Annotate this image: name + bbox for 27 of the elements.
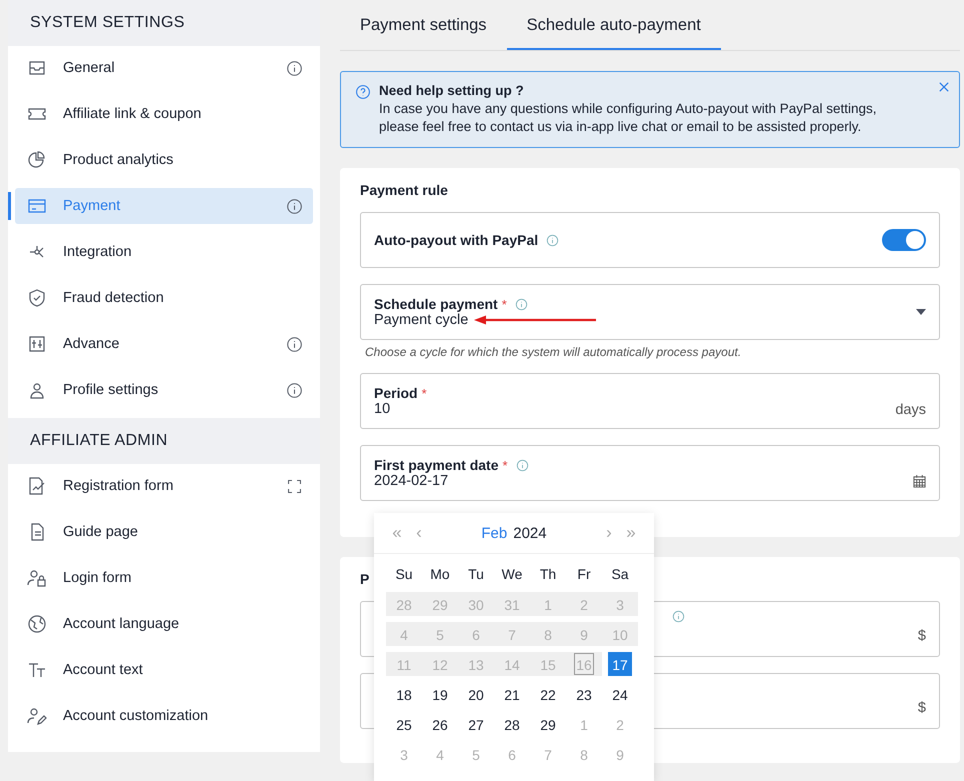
weekday-label: Mo [429,565,451,582]
field-label: Auto-payout with PayPal [374,232,538,248]
card-title: Payment rule [360,182,449,198]
field-label: Period [374,385,418,401]
weekday-label: Sa [610,565,630,582]
weekday-label: Th [538,565,558,582]
required-asterisk: * [502,296,507,312]
help-title: Need help setting up ? [379,82,525,100]
hint-text: Choose a cycle for which the system will automatically process payout. [365,345,742,359]
required-asterisk: * [502,458,508,472]
field-value: 10 [374,401,390,417]
required-asterisk: * [422,386,427,400]
weekday-label: Su [394,565,414,582]
unit-label: $ [918,700,926,716]
unit-label: days [895,402,926,418]
card-title: P [360,571,370,587]
field-value: Payment cycle [374,312,468,328]
weekday-label: Tu [467,565,485,582]
field-label: Schedule payment [374,296,498,312]
weekday-label: Fr [576,565,592,582]
section-header: SYSTEM SETTINGS [8,0,320,46]
field-label: First payment date [374,457,498,473]
field-value: 2024-02-17 [374,473,448,489]
help-text: In case you have any questions while configuring Auto-payout with PayPal settings, please feel free to contact us via in-app live chat or email to be assisted properly. [379,100,878,136]
unit-label: $ [918,628,926,644]
section-header: AFFILIATE ADMIN [8,418,320,464]
weekday-label: We [500,565,524,582]
